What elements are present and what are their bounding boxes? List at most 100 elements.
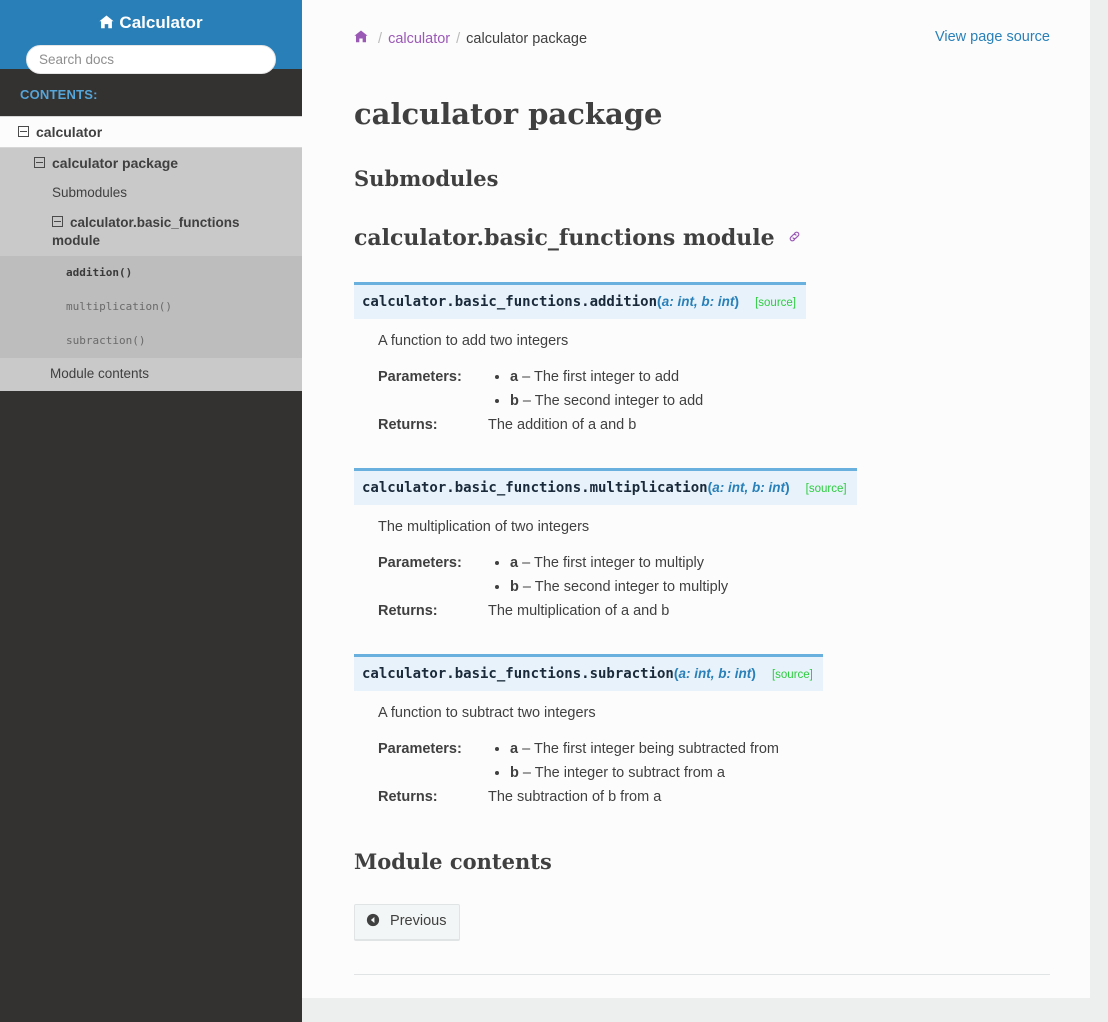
collapse-icon[interactable] [18,126,29,137]
parameter-name: a [510,741,519,757]
nav-sublist-level2: calculator package Submodules calculator… [0,148,302,391]
nav-link-module-contents[interactable]: Module contents [0,358,302,391]
search-input[interactable] [26,45,276,74]
breadcrumb-bar: / calculator / calculator package View page… [354,0,1050,53]
signature-params: a: int, b: int [678,666,752,681]
parameter-dash: – [522,393,531,409]
breadcrumb-home-link[interactable] [354,30,372,47]
nav-link-calculator[interactable]: calculator [0,116,302,148]
breadcrumb-separator: / [378,31,383,47]
nav-link-calculator-package[interactable]: calculator package [0,148,302,178]
nav-label: calculator.basic_functions module [52,215,240,248]
function-signature: calculator.basic_functions.addition(a: i… [354,282,807,319]
main-content: / calculator / calculator package View page… [302,0,1090,998]
sidebar: Calculator CONTENTS: calculator calculat… [0,0,302,1022]
signature-name: calculator.basic_functions.subraction [362,666,674,682]
parameter-desc: The second integer to multiply [534,579,729,595]
collapse-icon[interactable] [52,216,63,227]
returns-label: Returns: [378,789,438,805]
parameters-label: Parameters: [378,741,462,757]
previous-label: Previous [390,913,447,929]
footer-navigation: Previous [354,904,1050,955]
home-icon [99,13,115,35]
function-signature: calculator.basic_functions.subraction(a:… [354,654,823,691]
field-list: Parameters: a – The first integer being … [378,737,1050,809]
brand-label: Calculator [119,13,203,32]
function-body: A function to subtract two integers Para… [354,702,1050,809]
nav-link-addition[interactable]: addition() [0,256,302,290]
nav-item-addition: addition() [0,256,302,290]
circle-arrow-left-icon [366,913,384,931]
nav-label: Submodules [52,185,128,200]
nav-link-subraction[interactable]: subraction() [0,324,302,358]
breadcrumb-item-calculator[interactable]: calculator [388,31,450,47]
nav-item-multiplication: multiplication() [0,290,302,324]
nav-label: addition() [66,266,133,279]
page-title: calculator package [354,97,663,131]
parameter-name: b [510,393,519,409]
function-entry: calculator.basic_functions.subraction(a:… [354,654,1050,809]
parameter-dash: – [522,765,531,781]
parameter-dash: – [522,579,531,595]
link-icon[interactable] [783,229,801,247]
parameters-body: a – The first integer being subtracted f… [488,737,1050,785]
function-body: A function to add two integers Parameter… [354,330,1050,437]
parameter-name: b [510,765,519,781]
sidebar-header: Calculator [0,0,302,74]
source-link[interactable]: [source] [806,483,847,495]
returns-label: Returns: [378,417,438,433]
parameter-desc: The first integer to multiply [533,555,705,571]
function-description: A function to subtract two integers [378,705,596,721]
nav-label: calculator [36,124,103,140]
function-signature: calculator.basic_functions.multiplicatio… [354,468,857,505]
source-link[interactable]: [source] [755,297,796,309]
nav-item-module-contents: Module contents [0,358,302,391]
sidebar-empty-area [0,391,302,1022]
nav-item-submodules: Submodules [0,178,302,208]
parameter-name: b [510,579,519,595]
nav-sublist-level4: addition() multiplication() subraction() [0,256,302,358]
nav-link-multiplication[interactable]: multiplication() [0,290,302,324]
parameter-desc: The first integer being subtracted from [533,741,779,757]
collapse-icon[interactable] [34,157,45,168]
parameter-dash: – [522,555,531,571]
field-list: Parameters: a – The first integer to add… [378,365,1050,437]
nav-link-basic-functions-module[interactable]: calculator.basic_functions module [0,208,302,256]
parameters-body: a – The first integer to multiply b – Th… [488,551,1050,599]
parameter-desc: The first integer to add [533,369,680,385]
nav-item-basic-functions-module: calculator.basic_functions module additi… [0,208,302,358]
heading-submodules: Submodules [354,166,499,191]
parameter-item: b – The integer to subtract from a [510,761,1050,785]
nav-item-calculator: calculator calculator package Submodules [0,116,302,391]
view-page-source-link[interactable]: View page source [935,29,1050,45]
function-body: The multiplication of two integers Param… [354,516,1050,623]
signature-close-paren: ) [734,293,740,309]
parameters-body: a – The first integer to add b – The sec… [488,365,1050,413]
parameter-item: a – The first integer being subtracted f… [510,737,1050,761]
nav-label: subraction() [66,334,146,347]
heading-basic-functions-module: calculator.basic_functions module [354,225,1050,251]
nav-item-subraction: subraction() [0,324,302,358]
function-description: The multiplication of two integers [378,519,590,535]
function-description: A function to add two integers [378,333,569,349]
breadcrumb-item-current: calculator package [466,31,588,47]
previous-button[interactable]: Previous [354,904,461,941]
returns-label: Returns: [378,603,438,619]
parameters-label: Parameters: [378,369,462,385]
heading-module-contents: Module contents [354,849,552,874]
copyright-text: © Copyright 2024, Quinn Graehling. [354,995,1050,998]
nav-label: Module contents [50,366,150,381]
parameter-desc: The integer to subtract from a [534,765,725,781]
nav-link-submodules[interactable]: Submodules [0,178,302,208]
parameter-dash: – [522,369,531,385]
breadcrumb-separator: / [456,31,461,47]
source-link[interactable]: [source] [772,669,813,681]
parameter-item: a – The first integer to add [510,365,1050,389]
signature-params: a: int, b: int [661,294,735,309]
returns-body: The addition of a and b [488,417,637,433]
parameter-item: a – The first integer to multiply [510,551,1050,575]
field-list: Parameters: a – The first integer to mul… [378,551,1050,623]
brand-home-link[interactable]: Calculator [12,12,290,35]
signature-params: a: int, b: int [712,480,785,495]
function-entry: calculator.basic_functions.multiplicatio… [354,468,1050,623]
